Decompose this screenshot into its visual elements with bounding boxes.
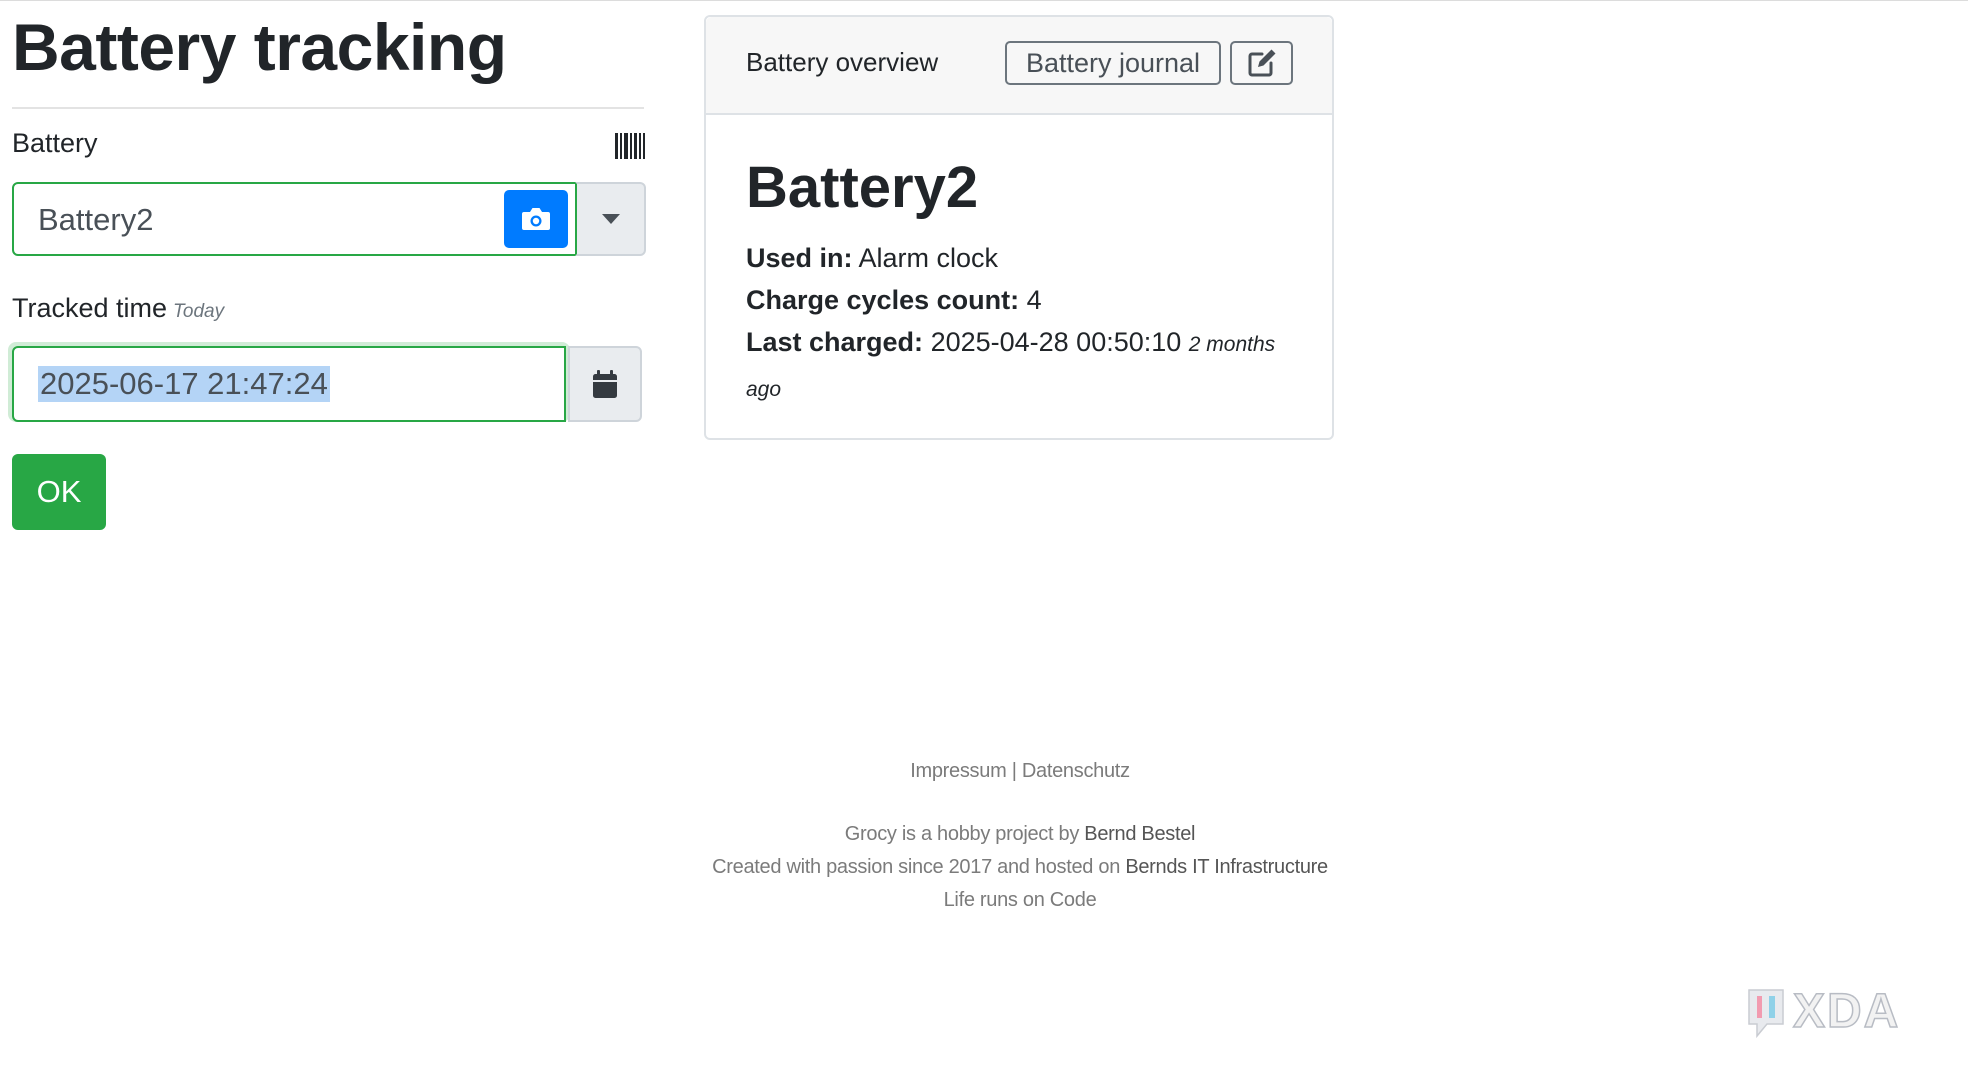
used-in-row: Used in: Alarm clock [746,237,1306,279]
barcode-icon[interactable] [615,133,645,159]
charge-cycles-row: Charge cycles count: 4 [746,279,1306,321]
tracked-time-label-text: Tracked time [12,293,168,323]
battery-name: Battery2 [746,155,979,220]
tracked-time-input[interactable]: 2025-06-17 21:47:24 [12,346,566,422]
tracked-time-value[interactable]: 2025-06-17 21:47:24 [38,366,330,402]
card-header-title: Battery overview [746,47,939,77]
footer-line1-prefix: Grocy is a hobby project by [844,823,1080,845]
camera-icon [522,208,550,230]
footer: Impressum | Datenschutz Grocy is a hobby… [620,755,1420,917]
watermark-text: XDA [1793,985,1900,1038]
footer-tagline: Life runs on Code [943,889,1097,911]
footer-hosting-line: Created with passion since 2017 and host… [620,851,1420,884]
footer-separator: | [1011,760,1017,782]
tracked-time-label: Tracked time Today [12,293,224,324]
battery-label: Battery [12,128,98,158]
page-title: Battery tracking [12,10,507,84]
battery-card: Battery overview Battery journal Battery… [704,15,1334,440]
ok-button[interactable]: OK [12,454,106,530]
last-charged-label: Last charged: [746,327,924,357]
title-divider [12,107,644,109]
tracked-time-group: 2025-06-17 21:47:24 [8,342,642,422]
hosting-link[interactable]: Bernds IT Infrastructure [1125,856,1328,878]
battery-select[interactable]: Battery2 [12,182,646,256]
calendar-icon [593,370,617,398]
battery-journal-button[interactable]: Battery journal [1005,41,1221,85]
last-charged-row: Last charged: 2025-04-28 00:50:10 2 mont… [746,321,1306,411]
battery-dropdown-toggle[interactable] [575,182,646,256]
last-charged-value: 2025-04-28 00:50:10 [930,327,1182,357]
tracked-time-hint: Today [173,301,225,322]
footer-credits-line: Grocy is a hobby project by Bernd Bestel [620,818,1420,851]
edit-battery-button[interactable] [1230,41,1293,85]
caret-down-icon [601,214,620,224]
footer-line2-prefix: Created with passion since 2017 and host… [712,856,1121,878]
footer-legal-links: Impressum | Datenschutz [620,755,1420,788]
battery-select-value[interactable]: Battery2 [38,202,153,238]
datenschutz-link[interactable]: Datenschutz [1022,760,1130,782]
xda-watermark-logo: XDA [1748,984,1900,1039]
used-in-label: Used in: [746,243,853,273]
used-in-value: Alarm clock [858,243,999,273]
author-link[interactable]: Bernd Bestel [1084,823,1195,845]
top-border [0,0,1968,1]
charge-cycles-value: 4 [1026,285,1042,315]
card-header: Battery overview Battery journal [706,17,1332,115]
edit-icon [1248,49,1275,77]
battery-details: Used in: Alarm clock Charge cycles count… [746,237,1306,411]
impressum-link[interactable]: Impressum [910,760,1007,782]
barcode-scan-button[interactable] [504,190,568,248]
calendar-button[interactable] [568,346,642,422]
charge-cycles-label: Charge cycles count: [746,285,1020,315]
